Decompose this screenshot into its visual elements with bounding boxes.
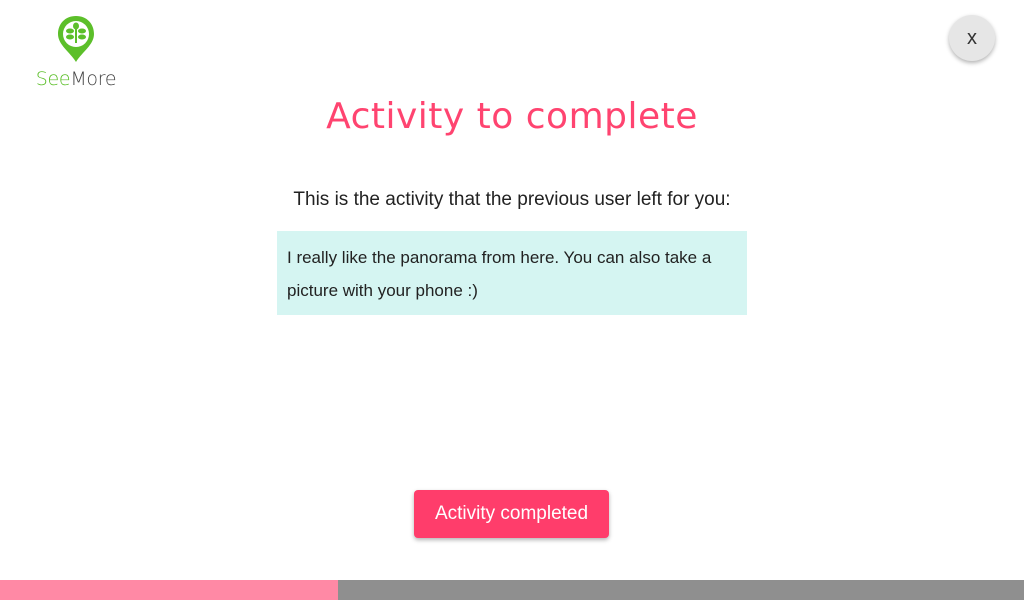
close-button[interactable]: x — [949, 15, 995, 61]
progress-fill — [0, 580, 338, 600]
intro-text: This is the activity that the previous u… — [293, 189, 731, 210]
logo-see: See — [35, 68, 71, 90]
logo-more: More — [70, 68, 117, 90]
progress-bar — [0, 580, 1024, 600]
logo-text: SeeMore — [28, 68, 124, 90]
activity-completed-button[interactable]: Activity completed — [414, 490, 609, 538]
seemore-logo: SeeMore — [28, 14, 124, 90]
activity-note: I really like the panorama from here. Yo… — [277, 231, 747, 315]
map-pin-leaf-icon — [58, 16, 94, 62]
page-title: Activity to complete — [326, 96, 698, 137]
